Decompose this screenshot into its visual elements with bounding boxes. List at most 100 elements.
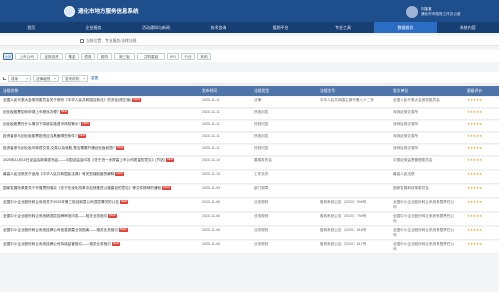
- publish-date: 2020-11-10: [202, 172, 221, 176]
- regulation-title-text[interactable]: 全国中小企业股份转让系统精选层挂牌审查问答——相关业务指引: [3, 214, 107, 218]
- table-row[interactable]: 全国中小企业股份转让系统挂牌公司持续监管指引——相关业务指引 NEW 2020-11…: [0, 241, 499, 254]
- table-row[interactable]: 投资者参与创业板可转债交易,交易以及转股,是否需要开通创业板权限? NEW 2020…: [0, 145, 499, 156]
- category-button[interactable]: 全部: [3, 52, 13, 60]
- regulation-title[interactable]: 创业板股票如何申请上市程序办理? NEW: [3, 110, 191, 115]
- sort-icon: [3, 77, 6, 80]
- regulation-title[interactable]: 创业板股票在什么情况下将被实施退市风险警示? NEW: [3, 122, 191, 127]
- new-badge: NEW: [115, 172, 124, 176]
- star-rating: ★★★★★: [467, 134, 483, 138]
- table-row[interactable]: 全国中小企业股份转让系统精选层挂牌审查问答——相关业务指引 NEW 2020-11-…: [0, 213, 499, 226]
- regulation-title[interactable]: 全国中小企业股份转让系统挂牌公司持续监管指引——相关业务指引 NEW: [3, 242, 191, 247]
- nav-item[interactable]: 数据服务: [374, 22, 437, 33]
- issuing-body: 深圳证券交易所: [393, 110, 419, 114]
- category-button[interactable]: 新三板: [114, 52, 135, 60]
- regulation-type: 业务规则: [254, 242, 269, 246]
- regulation-type: 业务规则: [254, 200, 269, 204]
- regulation-title-text[interactable]: 全国中小企业股份转让系统挂牌公司信息披露业务指南——相关业务指引: [3, 228, 118, 232]
- table-row[interactable]: 创业板股票在什么情况下将被实施退市风险警示? NEW 2020-11-11 热线问答 深…: [0, 121, 499, 132]
- regulation-title[interactable]: 投资者参与创业板可转债交易,交易以及转股,是否需要开通创业板权限? NEW: [3, 146, 191, 151]
- issuer-filter-label: 发布机构: [65, 76, 80, 81]
- nav-item[interactable]: 首页: [0, 22, 62, 33]
- star-rating: ★★★★★: [467, 110, 483, 114]
- issuing-body: 全国中小企业股份转让系统有限责任公司: [393, 228, 455, 237]
- publish-date: 2020-11-06: [202, 228, 221, 232]
- regulation-title[interactable]: 国家发展改革委关于开展贯彻落实《关于在深化改革中加快推进公路建设的意见》等文件精…: [3, 186, 191, 191]
- home-icon[interactable]: [80, 39, 84, 43]
- chevron-down-icon: [54, 77, 56, 79]
- star-rating: ★★★★★: [467, 98, 483, 102]
- table-row[interactable]: 全国人民代表大会常务委员会关于修改《中华人民共和国证券法》的决定(修正案) NEW…: [0, 97, 499, 108]
- table-row[interactable]: 国家发展改革委关于开展贯彻落实《关于在深化改革中加快推进公路建设的意见》等文件精…: [0, 185, 499, 198]
- regulation-title[interactable]: 最高人民法院关于适用《中华人民共和国民法典》有关担保制度的解释 NEW: [3, 172, 191, 177]
- regulation-title[interactable]: 投资者参与创业板股票投资应当具备哪些条件? NEW: [3, 134, 191, 139]
- column-header-type: 法规类型: [254, 89, 270, 93]
- category-button[interactable]: 债券: [81, 52, 95, 60]
- avatar[interactable]: [406, 6, 418, 18]
- regulation-title-text[interactable]: 全国人民代表大会常务委员会关于修改《中华人民共和国证券法》的决定(修正案): [3, 98, 131, 102]
- category-button[interactable]: 基金: [65, 52, 79, 60]
- table-row[interactable]: 2020年11月10日证监会新闻发布会——中国证监会印发《关于进一步提高上市公司…: [0, 157, 499, 170]
- table-row[interactable]: 全国中小企业股份转让系统关于2020年第三批创新层公司进层情况的公告 NEW 202…: [0, 199, 499, 212]
- regulation-number: 中华人民共和国主席令第八十二号: [320, 98, 374, 102]
- category-button[interactable]: 上市公司: [15, 52, 38, 60]
- regulation-type: 法律: [254, 98, 262, 102]
- new-badge: NEW: [59, 110, 69, 114]
- category-button[interactable]: 并购重组: [137, 52, 165, 60]
- category-button[interactable]: 其他: [197, 52, 211, 60]
- publish-date: 2020-11-11: [202, 110, 220, 114]
- regulation-title[interactable]: 全国中小企业股份转让系统关于2020年第三批创新层公司进层情况的公告 NEW: [3, 200, 191, 205]
- regulation-title[interactable]: 全国中小企业股份转让系统挂牌公司信息披露业务指南——相关业务指引 NEW: [3, 228, 191, 233]
- reset-link[interactable]: 重置: [91, 76, 98, 81]
- regulation-title-text[interactable]: 最高人民法院关于适用《中华人民共和国民法典》有关担保制度的解释: [3, 172, 114, 176]
- column-header-issuer: 发文单位: [393, 89, 409, 93]
- publish-date: 2020-11-06: [202, 242, 221, 246]
- publish-date: 2020-11-06: [202, 214, 221, 218]
- regulation-type: 工作文件: [254, 172, 269, 176]
- regulation-type: 热线问答: [254, 110, 269, 114]
- regulation-title[interactable]: 全国中小企业股份转让系统精选层挂牌审查问答——相关业务指引 NEW: [3, 214, 191, 219]
- column-header-rating: 星级评价: [467, 89, 483, 93]
- publish-date: 2020-11-10: [202, 158, 221, 162]
- regulation-title[interactable]: 全国人民代表大会常务委员会关于修改《中华人民共和国证券法》的决定(修正案) NEW: [3, 98, 191, 103]
- issuer-filter[interactable]: 发布机构: [62, 74, 88, 82]
- issuing-body: 深圳证券交易所: [393, 146, 419, 150]
- regulation-title-text[interactable]: 国家发展改革委关于开展贯彻落实《关于在深化改革中加快推进公路建设的意见》等文件精…: [3, 186, 161, 190]
- new-badge: NEW: [165, 158, 175, 162]
- star-rating: ★★★★★: [467, 214, 483, 218]
- table-row[interactable]: 全国中小企业股份转让系统挂牌公司信息披露业务指南——相关业务指引 NEW 2020-…: [0, 227, 499, 240]
- table-row[interactable]: 创业板股票如何申请上市程序办理? NEW 2020-11-11 热线问答 深圳证券交易所…: [0, 109, 499, 120]
- category-button[interactable]: 行业: [181, 52, 195, 60]
- nav-item[interactable]: 援助平台: [250, 22, 312, 33]
- regulation-type: 热线问答: [254, 122, 269, 126]
- category-button[interactable]: 期货: [97, 52, 112, 60]
- regulation-title-text[interactable]: 创业板股票如何申请上市程序办理?: [3, 110, 59, 114]
- new-badge: NEW: [132, 98, 141, 102]
- nav-item[interactable]: 技术咨询: [187, 22, 249, 33]
- regulation-title-text[interactable]: 投资者参与创业板股票投资应当具备哪些条件?: [3, 134, 77, 138]
- table-row[interactable]: 投资者参与创业板股票投资应当具备哪些条件? NEW 2020-11-11 热线问答 深圳…: [0, 133, 499, 144]
- issuing-body: 全国中小企业股份转让系统有限责任公司: [393, 214, 455, 223]
- new-badge: NEW: [162, 186, 171, 190]
- regulation-title[interactable]: 2020年11月10日证监会新闻发布会——中国证监会印发《关于进一步提高上市公司…: [3, 158, 191, 163]
- sort-button[interactable]: 排序: [8, 74, 31, 82]
- nav-item[interactable]: 系统内容: [437, 22, 499, 33]
- star-rating: ★★★★★: [467, 172, 483, 176]
- table-row[interactable]: 最高人民法院关于适用《中华人民共和国民法典》有关担保制度的解释 NEW 2020-1…: [0, 171, 499, 184]
- regulation-number: 股转系统公告〔2020〕817号: [320, 242, 367, 246]
- regulation-title-text[interactable]: 2020年11月10日证监会新闻发布会——中国证监会印发《关于进一步提高上市公司…: [3, 158, 165, 162]
- regulation-type: 要闻发布会: [254, 158, 272, 162]
- nav-item[interactable]: 企业服务: [62, 22, 124, 33]
- sort-label: 排序: [11, 76, 19, 81]
- breadcrumb-text: 当前位置：专业服务/法律法规: [86, 38, 137, 43]
- regulation-title-text[interactable]: 全国中小企业股份转让系统关于2020年第三批创新层公司进层情况的公告: [3, 200, 119, 204]
- regulation-title-text[interactable]: 全国中小企业股份转让系统挂牌公司持续监管指引——相关业务指引: [3, 242, 111, 246]
- type-filter-label: 法律级别: [36, 76, 51, 81]
- nav-item[interactable]: 专业工具: [312, 22, 374, 33]
- regulation-title-text[interactable]: 创业板股票在什么情况下将被实施退市风险警示?: [3, 122, 80, 126]
- type-filter[interactable]: 法律级别: [33, 74, 59, 82]
- category-button[interactable]: 证券投资: [40, 52, 63, 60]
- regulation-number: 股转系统公告〔2020〕908号: [320, 200, 367, 204]
- nav-item[interactable]: 活动通知与新闻: [125, 22, 187, 33]
- regulation-title-text[interactable]: 投资者参与创业板可转债交易,交易以及转股,是否需要开通创业板权限?: [3, 146, 115, 150]
- category-button[interactable]: IPO: [167, 52, 179, 60]
